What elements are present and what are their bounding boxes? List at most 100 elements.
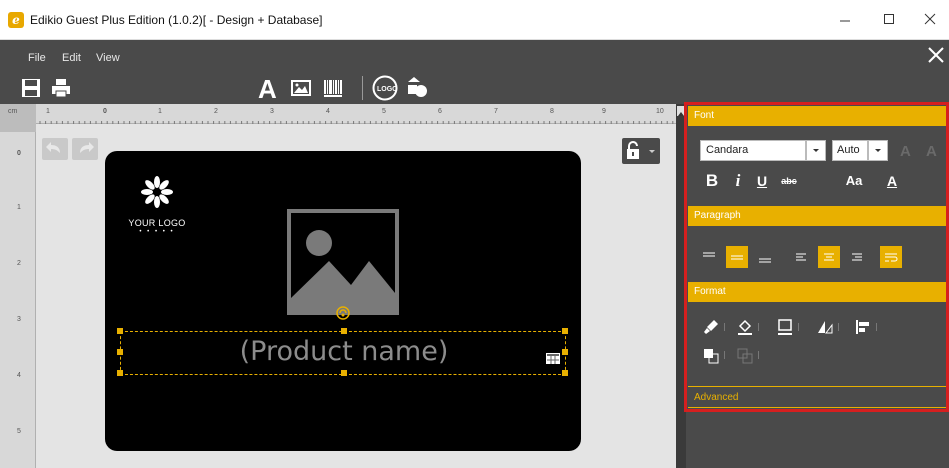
brush-icon	[704, 320, 718, 334]
redo-button[interactable]	[72, 138, 98, 160]
undo-button[interactable]	[42, 138, 68, 160]
undo-icon	[46, 142, 60, 153]
product-name-text: (Product name)	[239, 336, 449, 367]
design-canvas[interactable]: YOUR LOGO • • • • • (Product name)	[36, 124, 676, 468]
dropdown-caret[interactable]	[724, 323, 732, 331]
border-button[interactable]	[774, 316, 796, 338]
underline-button[interactable]: U	[752, 170, 772, 192]
font-size-select[interactable]: Auto	[832, 140, 868, 161]
close-button[interactable]	[915, 8, 945, 32]
font-size-dropdown[interactable]	[868, 140, 888, 161]
lock-button[interactable]	[622, 138, 660, 164]
toolbar-separator	[362, 76, 363, 100]
minimize-icon	[840, 20, 850, 22]
image-tool-icon[interactable]	[290, 77, 312, 99]
logo-tool-icon[interactable]: LOGO	[372, 75, 398, 101]
ruler-number: 1	[158, 108, 162, 115]
align-middle-button[interactable]	[726, 246, 748, 268]
text-case-button[interactable]: Aa	[842, 170, 866, 192]
strikethrough-button[interactable]: abc	[776, 170, 802, 192]
chevron-down-icon	[875, 149, 881, 152]
bring-front-icon	[704, 349, 719, 364]
fill-color-button[interactable]	[734, 316, 756, 338]
dropdown-caret[interactable]	[798, 323, 806, 331]
shapes-tool-icon[interactable]	[405, 76, 429, 100]
ruler-number: 3	[270, 108, 274, 115]
resize-handle[interactable]	[117, 328, 123, 334]
resize-handle[interactable]	[562, 370, 568, 376]
maximize-button[interactable]	[874, 8, 904, 32]
horizontal-ruler: cm 1 0 1 2 3 4 5 6 7 8 9 10	[0, 104, 676, 124]
minimize-button[interactable]	[830, 8, 860, 32]
product-name-field[interactable]: (Product name)	[117, 328, 568, 376]
dropdown-caret[interactable]	[876, 323, 884, 331]
align-center-icon	[824, 253, 834, 261]
align-objects-icon	[856, 320, 869, 334]
word-wrap-icon	[885, 253, 898, 262]
font-family-dropdown[interactable]	[806, 140, 826, 161]
resize-handle[interactable]	[341, 370, 347, 376]
grow-font-icon[interactable]: A	[900, 143, 911, 160]
resize-handle[interactable]	[341, 328, 347, 334]
align-right-button[interactable]	[846, 246, 868, 268]
redo-icon	[80, 142, 94, 153]
shrink-font-icon[interactable]: A	[926, 143, 937, 160]
ruler-number: 0	[103, 108, 107, 115]
menu-edit[interactable]: Edit	[62, 52, 81, 64]
align-left-button[interactable]	[790, 246, 812, 268]
ruler-number: 4	[326, 108, 330, 115]
section-paragraph[interactable]: Paragraph	[688, 206, 947, 226]
section-font[interactable]: Font	[688, 106, 947, 126]
database-field-icon[interactable]	[546, 353, 560, 364]
dropdown-caret[interactable]	[724, 351, 732, 359]
label-canvas[interactable]: YOUR LOGO • • • • • (Product name)	[105, 151, 581, 451]
print-icon[interactable]	[50, 77, 72, 99]
font-family-select[interactable]: Candara	[700, 140, 806, 161]
section-advanced[interactable]: Advanced	[688, 386, 947, 408]
section-format[interactable]: Format	[688, 282, 947, 302]
image-placeholder[interactable]	[287, 209, 399, 315]
align-bottom-button[interactable]	[754, 246, 776, 268]
rotate-button[interactable]	[814, 316, 836, 338]
barcode-tool-icon[interactable]	[322, 77, 344, 99]
logo-element[interactable]: YOUR LOGO • • • • •	[127, 175, 187, 245]
close-panel-icon[interactable]	[927, 46, 945, 64]
align-objects-button[interactable]	[852, 316, 874, 338]
ruler-corner	[0, 104, 36, 124]
window-title: Edikio Guest Plus Edition (1.0.2)[ - Des…	[30, 13, 323, 27]
border-icon	[778, 319, 792, 335]
align-center-button[interactable]	[818, 246, 840, 268]
menu-bar: File Edit View	[0, 40, 949, 70]
bold-button[interactable]: B	[702, 170, 722, 192]
dropdown-caret[interactable]	[758, 351, 766, 359]
arrange-front-button[interactable]	[700, 344, 722, 366]
menu-file[interactable]: File	[28, 52, 46, 64]
word-wrap-button[interactable]	[880, 246, 902, 268]
unlock-icon	[627, 141, 655, 159]
dropdown-caret[interactable]	[838, 323, 846, 331]
rotate-handle-icon[interactable]	[335, 305, 351, 321]
ruler-number: 10	[656, 108, 664, 115]
ruler-number: 2	[214, 108, 218, 115]
ruler-number: 6	[438, 108, 442, 115]
paint-bucket-icon	[738, 319, 752, 335]
brush-button[interactable]	[700, 316, 722, 338]
resize-handle[interactable]	[117, 370, 123, 376]
resize-handle[interactable]	[562, 328, 568, 334]
group-button[interactable]	[734, 344, 756, 366]
dropdown-caret[interactable]	[758, 323, 766, 331]
save-icon[interactable]	[20, 77, 42, 99]
canvas-scrollbar[interactable]	[676, 104, 686, 468]
ruler-number: 5	[17, 428, 21, 435]
image-placeholder-icon	[291, 230, 395, 311]
logo-dots: • • • • •	[139, 229, 175, 235]
italic-button[interactable]: i	[730, 170, 746, 192]
text-tool-icon[interactable]: A	[256, 75, 282, 101]
menu-view[interactable]: View	[96, 52, 120, 64]
rotate-shape-icon	[818, 321, 833, 334]
ruler-number: 4	[17, 372, 21, 379]
align-top-button[interactable]	[698, 246, 720, 268]
font-color-button[interactable]: A	[882, 170, 902, 192]
scroll-up-arrow[interactable]	[677, 106, 685, 116]
app-icon: e	[8, 12, 24, 28]
